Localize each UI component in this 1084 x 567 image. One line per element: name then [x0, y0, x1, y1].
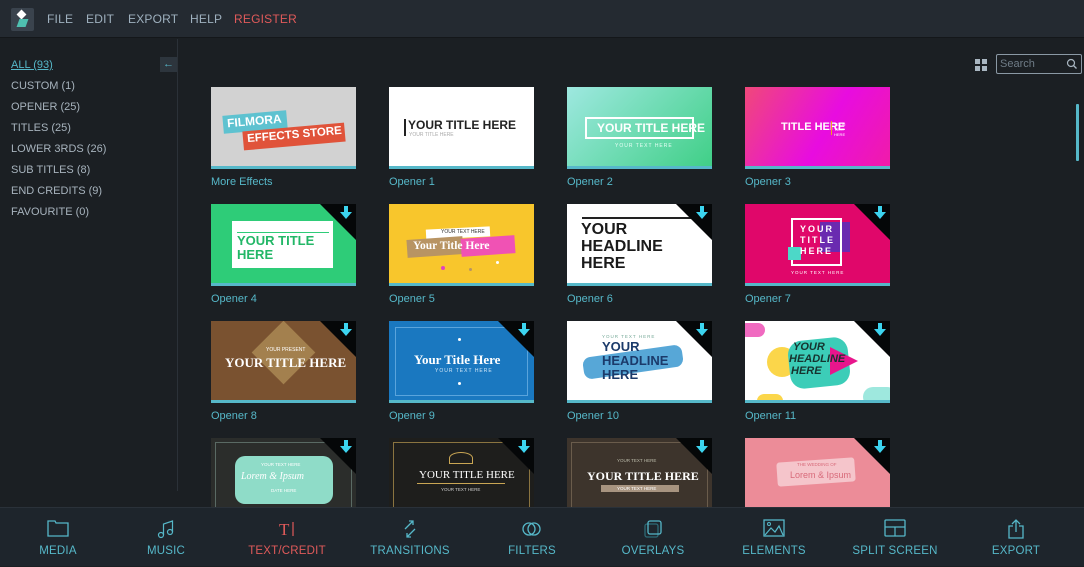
download-icon[interactable] [696, 206, 708, 220]
search-icon[interactable] [1066, 57, 1078, 71]
thumbnail: YOUR TITLE HERE YOUR TEXT HERE [567, 87, 712, 169]
thumbnail: YOUR TITLE HERE YOUR TITLE HERE [389, 87, 534, 169]
category-favourite[interactable]: FAVOURITE (0) [11, 206, 89, 218]
overlays-icon [644, 520, 662, 538]
tile-opener-15[interactable]: THE WEDDING OF Lorem & Ipsum [745, 438, 890, 507]
category-lower-3rds[interactable]: LOWER 3RDS (26) [11, 143, 106, 155]
nav-split-screen[interactable]: SPLIT SCREEN [835, 508, 955, 567]
thumbnail: YOUR PRESENT YOUR TITLE HERE [211, 321, 356, 403]
tile-label: Opener 3 [745, 176, 791, 188]
category-end-credits[interactable]: END CREDITS (9) [11, 185, 102, 197]
tile-label: Opener 9 [389, 410, 435, 422]
svg-text:T: T [279, 520, 290, 539]
tile-opener-4[interactable]: YOUR TITLE HERE Opener 4 [211, 204, 356, 305]
download-icon[interactable] [874, 323, 886, 337]
category-opener[interactable]: OPENER (25) [11, 101, 80, 113]
download-icon[interactable] [340, 440, 352, 454]
nav-overlays[interactable]: OVERLAYS [593, 508, 713, 567]
category-sidebar: ALL (93) CUSTOM (1) OPENER (25) TITLES (… [0, 39, 178, 491]
menu-export[interactable]: EXPORT [128, 12, 178, 26]
tile-opener-8[interactable]: YOUR PRESENT YOUR TITLE HERE Opener 8 [211, 321, 356, 422]
tile-label: Opener 4 [211, 293, 257, 305]
export-icon [1008, 519, 1024, 539]
filters-icon [522, 522, 541, 536]
tile-label: Opener 6 [567, 293, 613, 305]
search-box [996, 54, 1082, 74]
category-sub-titles[interactable]: SUB TITLES (8) [11, 164, 90, 176]
tile-opener-2[interactable]: YOUR TITLE HERE YOUR TEXT HERE Opener 2 [567, 87, 712, 188]
tile-opener-11[interactable]: YOUR HEADLINE HERE Opener 11 [745, 321, 890, 422]
collapse-sidebar-button[interactable]: ← [160, 57, 177, 72]
thumbnail: Your Title Here YOUR TEXT HERE [389, 321, 534, 403]
nav-music[interactable]: MUSIC [106, 508, 226, 567]
thumbnail: YOUR TEXT HERE YOUR TITLE HERE YOUR TEXT… [567, 438, 712, 507]
arrow-left-icon: ← [163, 58, 174, 70]
tile-label: Opener 1 [389, 176, 435, 188]
folder-icon [47, 520, 69, 537]
thumbnail: THE WEDDING OF Lorem & Ipsum [745, 438, 890, 507]
nav-transitions[interactable]: TRANSITIONS [350, 508, 470, 567]
download-icon[interactable] [874, 206, 886, 220]
tile-opener-7[interactable]: YOUR TITLE HERE YOUR TEXT HERE Opener 7 [745, 204, 890, 305]
menu-register[interactable]: REGISTER [234, 12, 297, 26]
nav-text-credit[interactable]: T TEXT/CREDIT [227, 508, 347, 567]
category-all[interactable]: ALL (93) [11, 59, 53, 71]
grid-view-icon[interactable] [975, 59, 987, 71]
download-icon[interactable] [340, 323, 352, 337]
nav-elements[interactable]: ELEMENTS [714, 508, 834, 567]
download-icon[interactable] [340, 206, 352, 220]
tile-opener-13[interactable]: YOUR TITLE HERE YOUR TEXT HERE [389, 438, 534, 507]
thumbnail: YOUR TITLE HERE [211, 204, 356, 286]
transitions-icon [404, 520, 416, 538]
tile-label: More Effects [211, 176, 273, 188]
text-icon: T [279, 520, 294, 539]
tile-label: Opener 11 [745, 410, 797, 422]
nav-media[interactable]: MEDIA [0, 508, 118, 567]
category-titles[interactable]: TITLES (25) [11, 122, 71, 134]
tile-opener-6[interactable]: YOUR HEADLINE HERE Opener 6 [567, 204, 712, 305]
tile-opener-12[interactable]: YOUR TEXT HERE Lorem & Ipsum DATE HERE [211, 438, 356, 507]
thumbnail: YOUR TITLE HERE YOUR TEXT HERE [745, 204, 890, 286]
thumbnail: YOUR HEADLINE HERE [567, 204, 712, 286]
thumbnail: YOUR TEXT HERE Your Title Here [389, 204, 534, 286]
menu-bar: FILE EDIT EXPORT HELP REGISTER [0, 0, 1084, 38]
tile-opener-3[interactable]: TITLE HERE YOUR TEXT HERE Opener 3 [745, 87, 890, 188]
tile-opener-9[interactable]: Your Title Here YOUR TEXT HERE Opener 9 [389, 321, 534, 422]
tile-opener-14[interactable]: YOUR TEXT HERE YOUR TITLE HERE YOUR TEXT… [567, 438, 712, 507]
split-screen-icon [884, 519, 906, 537]
download-icon[interactable] [518, 323, 530, 337]
tile-opener-5[interactable]: YOUR TEXT HERE Your Title Here Opener 5 [389, 204, 534, 305]
menu-help[interactable]: HELP [190, 12, 222, 26]
tile-opener-10[interactable]: YOUR TEXT HERE YOUR HEADLINE HERE Opener… [567, 321, 712, 422]
tile-more-effects[interactable]: FILMORA EFFECTS STORE More Effects [211, 87, 356, 188]
app-logo [11, 8, 34, 31]
thumbnail: TITLE HERE YOUR TEXT HERE [745, 87, 890, 169]
tile-label: Opener 8 [211, 410, 257, 422]
tile-label: Opener 5 [389, 293, 435, 305]
nav-export[interactable]: EXPORT [956, 508, 1076, 567]
tile-label: Opener 7 [745, 293, 791, 305]
category-custom[interactable]: CUSTOM (1) [11, 80, 75, 92]
search-input[interactable] [1000, 57, 1064, 71]
tile-label: Opener 10 [567, 410, 619, 422]
image-icon [763, 519, 785, 537]
thumbnail: YOUR TEXT HERE YOUR HEADLINE HERE [567, 321, 712, 403]
tile-label: Opener 2 [567, 176, 613, 188]
thumbnail: FILMORA EFFECTS STORE [211, 87, 356, 169]
tile-opener-1[interactable]: YOUR TITLE HERE YOUR TITLE HERE Opener 1 [389, 87, 534, 188]
thumbnail: YOUR TEXT HERE Lorem & Ipsum DATE HERE [211, 438, 356, 507]
scrollbar-thumb[interactable] [1076, 104, 1079, 161]
download-icon[interactable] [518, 440, 530, 454]
menu-edit[interactable]: EDIT [86, 12, 114, 26]
download-icon[interactable] [696, 323, 708, 337]
thumbnail: YOUR HEADLINE HERE [745, 321, 890, 403]
nav-filters[interactable]: FILTERS [472, 508, 592, 567]
download-icon[interactable] [696, 440, 708, 454]
music-note-icon [157, 520, 174, 539]
bottom-toolbar: MEDIA MUSIC T TEXT/CREDIT TRANSITIONS FI… [0, 507, 1084, 566]
menu-file[interactable]: FILE [47, 12, 73, 26]
thumbnail: YOUR TITLE HERE YOUR TEXT HERE [389, 438, 534, 507]
download-icon[interactable] [874, 440, 886, 454]
